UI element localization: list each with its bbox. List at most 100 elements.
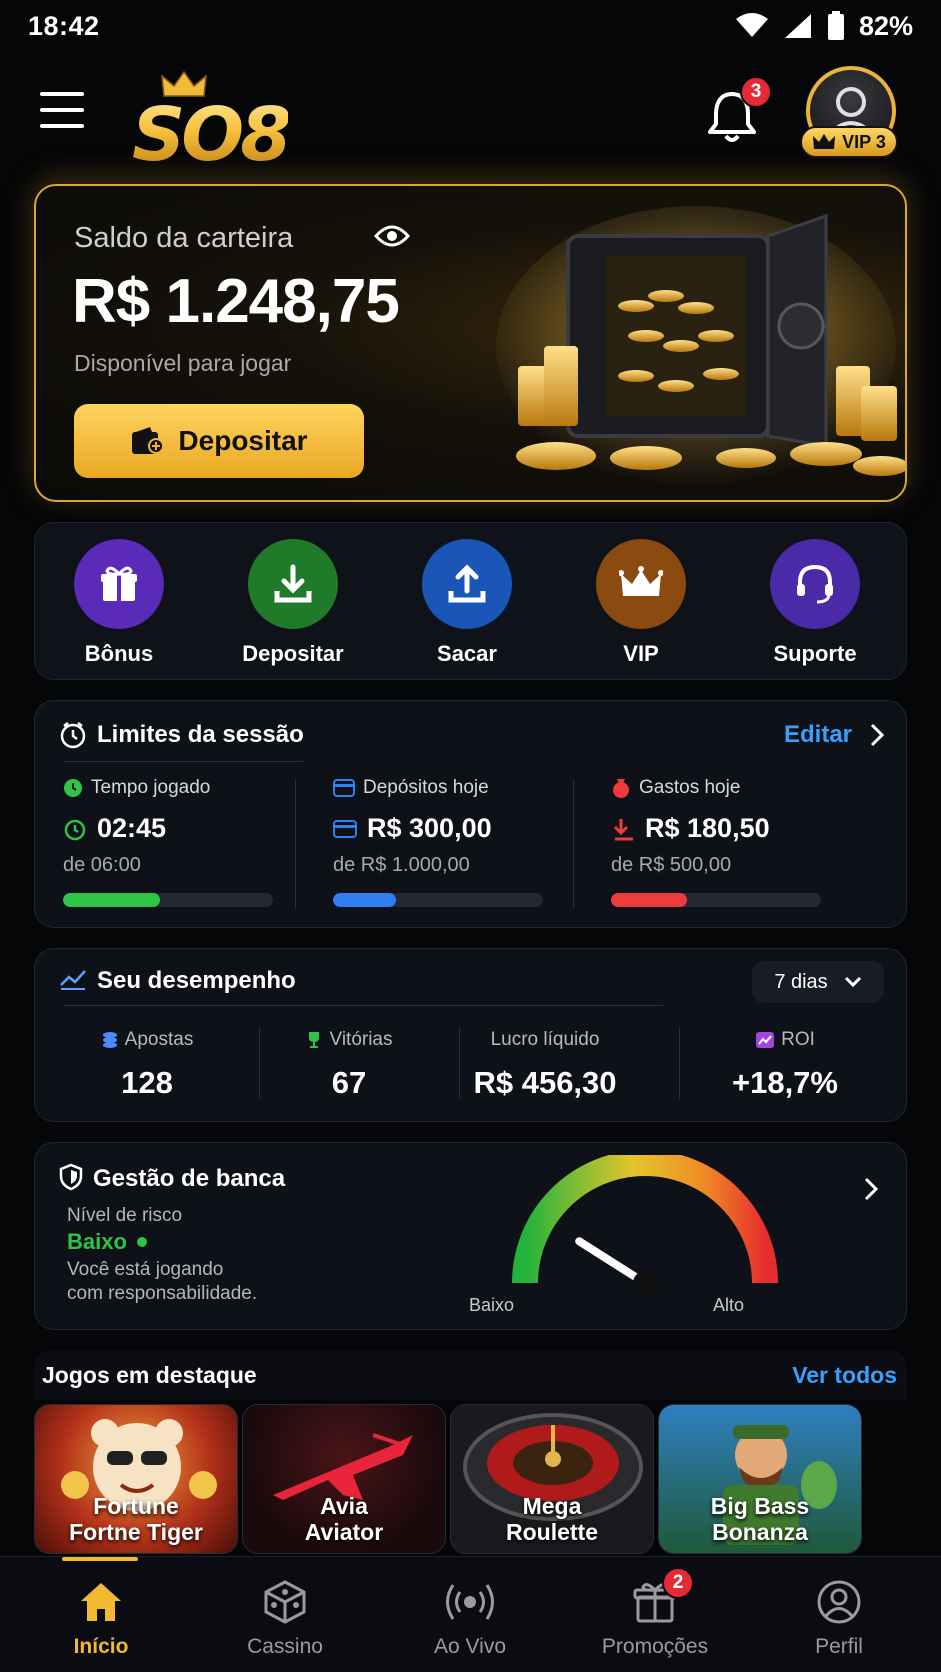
stat-value: 128	[121, 1065, 173, 1100]
shield-icon	[59, 1163, 83, 1191]
quick-action-label: Bônus	[84, 641, 154, 666]
stat-value: 67	[331, 1065, 367, 1100]
upload-icon	[422, 539, 512, 629]
clock-filled-icon	[64, 779, 82, 797]
game-card-aviator[interactable]: Avia Aviator	[242, 1404, 446, 1554]
limit-value: R$ 180,50	[645, 813, 770, 843]
quick-action-support[interactable]: Suporte	[745, 539, 885, 667]
stat-net-profit: Lucro líquido R$ 456,30	[435, 1029, 655, 1101]
coins-stack-icon	[102, 1032, 117, 1048]
notifications-badge: 3	[740, 76, 772, 108]
nav-tab-live[interactable]: Ao Vivo	[395, 1557, 545, 1672]
limit-label: Gastos hoje	[639, 777, 741, 798]
nav-tab-promotions[interactable]: Promoções	[580, 1557, 730, 1672]
hamburger-menu-icon[interactable]	[40, 92, 86, 132]
download-icon	[248, 539, 338, 629]
stat-label: Vitórias	[329, 1029, 393, 1050]
money-bag-icon	[613, 779, 629, 798]
stat-wins: Vitórias 67	[249, 1029, 449, 1101]
performance-title: Seu desempenho	[97, 967, 296, 994]
risk-level: Baixo	[67, 1229, 147, 1255]
chart-icon	[756, 1032, 775, 1048]
quick-action-vip[interactable]: VIP	[571, 539, 711, 667]
crown-icon	[596, 539, 686, 629]
chevron-right-icon	[870, 723, 884, 747]
gift-icon	[74, 539, 164, 629]
trophy-icon	[309, 1032, 320, 1048]
game-card-big-bass-bonanza[interactable]: Big Bass Bonanza	[658, 1404, 862, 1554]
chevron-down-icon	[844, 976, 861, 988]
nav-label: Cassino	[247, 1635, 323, 1658]
wifi-icon	[735, 13, 768, 37]
trend-line-icon	[60, 970, 86, 990]
live-icon	[446, 1584, 494, 1620]
nav-tab-home[interactable]: Início	[26, 1557, 176, 1672]
session-limits-card: Limites da sessão Editar Tempo jogado 02…	[34, 700, 907, 928]
quick-action-bonus[interactable]: Bônus	[49, 539, 189, 667]
limit-value: 02:45	[97, 813, 167, 843]
game-title: Avia Aviator	[304, 1493, 384, 1545]
bank-management-card[interactable]: Gestão de banca Nível de risco Baixo Voc…	[34, 1142, 907, 1330]
limits-edit-link[interactable]: Editar	[784, 721, 884, 749]
wallet-icon	[132, 427, 165, 454]
stat-value: R$ 456,30	[473, 1065, 617, 1100]
headset-icon	[770, 539, 860, 629]
signal-icon	[784, 14, 811, 38]
featured-games-title: Jogos em destaque	[42, 1362, 257, 1388]
user-icon	[817, 1580, 861, 1624]
so8-logo[interactable]: SO8	[132, 70, 312, 178]
gauge-low-label: Baixo	[469, 1295, 515, 1315]
period-value: 7 dias	[774, 970, 828, 993]
quick-action-label: VIP	[623, 641, 659, 666]
game-title: Mega Roulette	[506, 1493, 598, 1545]
gauge-high-label: Alto	[713, 1295, 745, 1315]
limit-value: R$ 300,00	[367, 813, 492, 843]
featured-games-header: Jogos em destaque Ver todos	[34, 1350, 907, 1400]
nav-tab-profile[interactable]: Perfil	[764, 1557, 914, 1672]
bank-title: Gestão de banca	[93, 1165, 286, 1192]
nav-label: Promoções	[601, 1635, 709, 1658]
see-all-link[interactable]: Ver todos	[792, 1362, 897, 1389]
battery-icon	[827, 11, 844, 40]
vip-label: VIP 3	[842, 131, 886, 152]
stat-bets: Apostas 128	[47, 1029, 247, 1101]
game-card-fortune-tiger[interactable]: Fortune Fortne Tiger	[34, 1404, 238, 1554]
limit-progress-bar	[333, 893, 543, 907]
home-icon	[81, 1583, 121, 1621]
promotions-badge: 2	[662, 1567, 694, 1599]
limit-deposits-today: Depósitos hoje R$ 300,00 de R$ 1.000,00	[333, 777, 563, 907]
app-header: SO8 3 VIP 3	[0, 52, 941, 178]
status-bar: 18:42 82%	[0, 0, 941, 52]
quick-actions-bar: Bônus Depositar Sacar VIP Suporte	[34, 522, 907, 680]
wallet-subtitle: Disponível para jogar	[74, 350, 292, 376]
vip-level-badge[interactable]: VIP 3	[800, 126, 898, 158]
limit-spent-today: Gastos hoje R$ 180,50 de R$ 500,00	[611, 777, 841, 907]
dice-icon	[264, 1580, 306, 1624]
game-card-mega-roulette[interactable]: Mega Roulette	[450, 1404, 654, 1554]
risk-dot-icon	[136, 1237, 147, 1247]
crown-icon	[813, 134, 836, 149]
quick-action-withdraw[interactable]: Sacar	[397, 539, 537, 667]
quick-action-label: Suporte	[773, 641, 857, 666]
limit-max: de R$ 500,00	[611, 854, 732, 876]
nav-tab-casino[interactable]: Cassino	[210, 1557, 360, 1672]
deposit-button-label: Depositar	[178, 425, 308, 456]
period-dropdown[interactable]: 7 dias	[752, 961, 884, 1003]
card-icon	[333, 819, 357, 838]
game-title: Big Bass Bonanza	[710, 1493, 810, 1545]
wallet-card: Saldo da carteira R$ 1.248,75 Disponível…	[34, 184, 907, 502]
stat-roi: ROI +18,7%	[685, 1029, 885, 1101]
quick-action-deposit[interactable]: Depositar	[223, 539, 363, 667]
risk-gauge	[512, 1155, 778, 1295]
bank-message-line2: com responsabilidade.	[67, 1283, 258, 1304]
eye-icon[interactable]	[374, 224, 410, 248]
limit-max: de R$ 1.000,00	[333, 854, 470, 876]
stat-label: Lucro líquido	[490, 1029, 600, 1050]
limit-label: Tempo jogado	[91, 777, 211, 798]
notifications-button[interactable]: 3	[706, 76, 772, 144]
clock-icon	[64, 819, 86, 840]
performance-card: Seu desempenho 7 dias Apostas 128 Vitóri…	[34, 948, 907, 1122]
limit-progress-bar	[63, 893, 273, 907]
stat-label: Apostas	[124, 1029, 194, 1050]
deposit-button[interactable]: Depositar	[74, 404, 364, 478]
